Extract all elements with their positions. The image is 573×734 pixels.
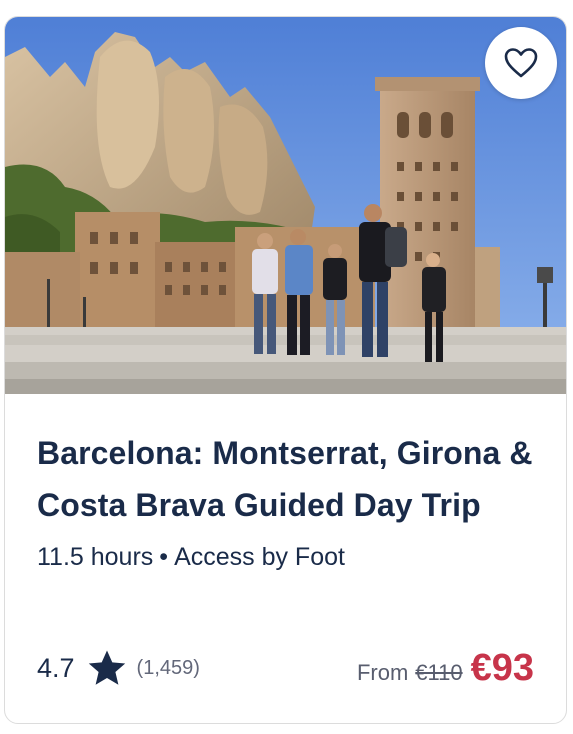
current-price: €93 (470, 647, 534, 689)
activity-title[interactable]: Barcelona: Montserrat, Girona & Costa Br… (37, 427, 547, 531)
price: From €110 €93 (357, 647, 534, 690)
activity-photo[interactable] (5, 17, 566, 394)
rating-score: 4.7 (37, 652, 75, 683)
heart-outline-icon (504, 48, 538, 78)
activity-card[interactable]: Barcelona: Montserrat, Girona & Costa Br… (4, 16, 567, 724)
duration-text: 11.5 hours (37, 543, 154, 571)
rating: 4.7 (1,459) (37, 649, 200, 687)
activity-meta: 11.5 hours • Access by Foot (37, 543, 345, 572)
meta-separator: • (159, 543, 169, 571)
review-count: (1,459) (136, 656, 200, 679)
price-from-label: From (356, 660, 409, 685)
star-filled-icon (87, 649, 127, 687)
access-text: Access by Foot (174, 543, 345, 571)
original-price: €110 (415, 660, 463, 685)
favorite-button[interactable] (485, 27, 557, 99)
